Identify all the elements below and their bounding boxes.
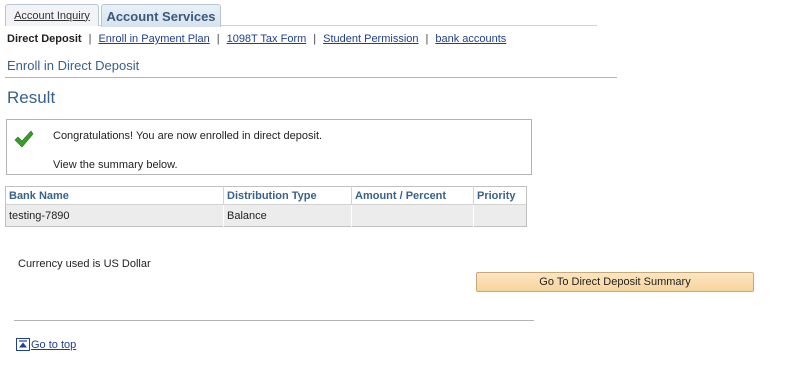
go-to-top-link[interactable]: Go to top bbox=[16, 338, 76, 351]
subnav-separator: | bbox=[313, 33, 317, 45]
go-to-top-icon bbox=[16, 338, 30, 351]
column-header-priority: Priority bbox=[473, 186, 527, 205]
title-divider bbox=[5, 77, 617, 78]
go-to-top-label[interactable]: Go to top bbox=[31, 339, 76, 351]
currency-note: Currency used is US Dollar bbox=[18, 258, 151, 270]
confirmation-text: Congratulations! You are now enrolled in… bbox=[53, 130, 323, 142]
tab-account-inquiry[interactable]: Account Inquiry bbox=[5, 4, 99, 26]
result-heading: Result bbox=[7, 88, 56, 107]
tab-account-services[interactable]: Account Services bbox=[101, 4, 221, 27]
go-to-summary-button[interactable]: Go To Direct Deposit Summary bbox=[476, 272, 754, 292]
column-header-amount-percent: Amount / Percent bbox=[351, 186, 474, 205]
subnav-link-student-permission[interactable]: Student Permission bbox=[323, 33, 418, 45]
checkmark-icon bbox=[14, 130, 34, 148]
cell-amount-percent bbox=[351, 204, 474, 227]
subnav-link-bank-accounts[interactable]: bank accounts bbox=[435, 33, 506, 45]
confirmation-message-box: Congratulations! You are now enrolled in… bbox=[6, 119, 532, 175]
subnav-separator: | bbox=[88, 33, 92, 45]
cell-bank-name: testing-7890 bbox=[5, 204, 224, 227]
table-row: testing-7890 Balance bbox=[5, 204, 527, 227]
direct-deposit-grid: Bank Name Distribution Type Amount / Per… bbox=[5, 186, 527, 227]
subnav-link-payment-plan[interactable]: Enroll in Payment Plan bbox=[98, 33, 209, 45]
subnav-separator: | bbox=[216, 33, 220, 45]
cell-priority bbox=[473, 204, 527, 227]
sub-navigation: Direct Deposit | Enroll in Payment Plan … bbox=[7, 32, 506, 46]
summary-instruction-text: View the summary below. bbox=[53, 159, 178, 171]
page-title: Enroll in Direct Deposit bbox=[7, 58, 140, 73]
cell-distribution-type: Balance bbox=[223, 204, 352, 227]
grid-header-row: Bank Name Distribution Type Amount / Per… bbox=[5, 186, 527, 205]
tab-bar: Account Inquiry Account Services bbox=[5, 4, 597, 27]
column-header-distribution-type: Distribution Type bbox=[223, 186, 352, 205]
column-header-bank-name: Bank Name bbox=[5, 186, 224, 205]
subnav-separator: | bbox=[425, 33, 429, 45]
subnav-current-direct-deposit: Direct Deposit bbox=[7, 33, 82, 45]
bottom-divider bbox=[14, 320, 534, 321]
subnav-link-1098t[interactable]: 1098T Tax Form bbox=[227, 33, 307, 45]
